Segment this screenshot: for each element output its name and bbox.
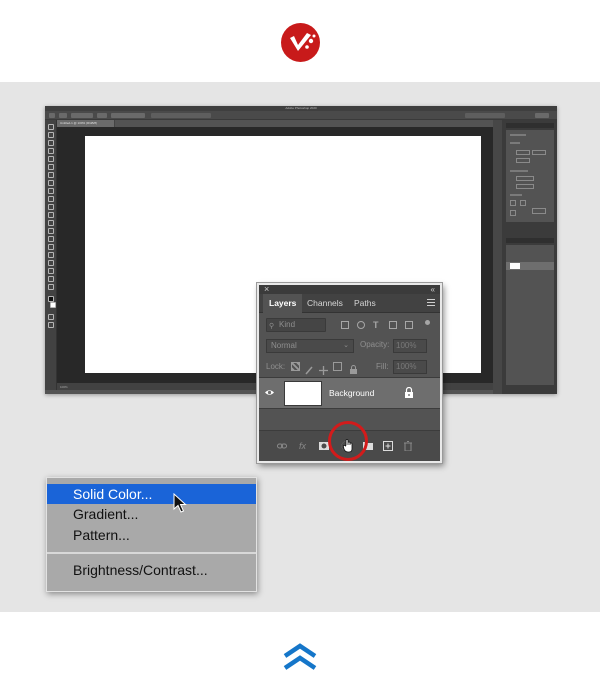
- layers-mini-tabs[interactable]: [506, 238, 554, 243]
- clone-stamp-tool-icon[interactable]: [48, 196, 54, 202]
- healing-brush-tool-icon[interactable]: [48, 180, 54, 186]
- fx-icon[interactable]: fx: [299, 441, 309, 451]
- lock-transparent-icon[interactable]: [291, 362, 300, 371]
- gradient-tool-icon[interactable]: [48, 220, 54, 226]
- filter-kind-label: Kind: [279, 320, 296, 329]
- hand-tool-icon[interactable]: [48, 276, 54, 282]
- collapse-icon[interactable]: «: [431, 285, 435, 294]
- layers-mini-thumb: [510, 263, 520, 269]
- panel-menu-icon[interactable]: [427, 299, 435, 306]
- layer-thumbnail: [284, 381, 322, 406]
- eraser-tool-icon[interactable]: [48, 212, 54, 218]
- layer-name: Background: [329, 388, 375, 398]
- zoom-tool-icon[interactable]: [48, 284, 54, 290]
- eyedropper-tool-icon[interactable]: [48, 172, 54, 178]
- search-icon: ⚲: [269, 323, 275, 330]
- right-panels: [493, 120, 557, 394]
- arrow-cursor-icon: [173, 493, 187, 513]
- path-select-tool-icon[interactable]: [48, 260, 54, 266]
- panel-tabs: Layers Channels Paths: [259, 294, 440, 313]
- smart-object-filter-icon[interactable]: [405, 321, 413, 329]
- adjustment-menu: Solid Color... Gradient... Pattern... Br…: [46, 477, 257, 592]
- home-icon[interactable]: [49, 113, 55, 118]
- frame-tool-icon[interactable]: [48, 164, 54, 170]
- marquee-tool-icon[interactable]: [48, 132, 54, 138]
- transform-controls-option[interactable]: [111, 113, 145, 118]
- layers-panel: × « Layers Channels Paths ⚲ Kind T Norma…: [256, 282, 443, 464]
- ps-options-bar: [45, 111, 557, 120]
- tab-channels[interactable]: Channels: [301, 294, 349, 313]
- tab-layers[interactable]: Layers: [263, 294, 303, 313]
- lock-all-icon[interactable]: [349, 362, 358, 374]
- background-color-icon[interactable]: [50, 302, 56, 308]
- auto-select-option[interactable]: [71, 113, 93, 118]
- hand-cursor-icon: [343, 439, 353, 453]
- document-tab-label: Untitled-1 @ 100% (RGB/8): [60, 121, 98, 125]
- lock-pixels-icon[interactable]: [305, 362, 314, 375]
- chevron-down-icon: ⌄: [343, 342, 349, 349]
- shape-filter-icon[interactable]: [389, 321, 397, 329]
- blend-mode-value: Normal: [271, 341, 297, 350]
- align-icons[interactable]: [151, 113, 211, 118]
- blend-mode-dropdown[interactable]: Normal ⌄: [266, 339, 354, 353]
- layer-row-background[interactable]: Background: [259, 377, 440, 409]
- link-icon[interactable]: [277, 441, 287, 451]
- lock-label: Lock:: [266, 362, 286, 371]
- lasso-tool-icon[interactable]: [48, 140, 54, 146]
- quick-mask-icon[interactable]: [48, 314, 54, 320]
- fill-label: Fill:: [376, 362, 389, 371]
- pen-tool-icon[interactable]: [48, 244, 54, 250]
- blur-tool-icon[interactable]: [48, 228, 54, 234]
- tab-paths[interactable]: Paths: [348, 294, 382, 313]
- crop-tool-icon[interactable]: [48, 156, 54, 162]
- document-tab[interactable]: Untitled-1 @ 100% (RGB/8): [57, 120, 115, 127]
- menu-item-gradient[interactable]: Gradient...: [47, 504, 256, 524]
- type-tool-icon[interactable]: [48, 252, 54, 258]
- fill-input[interactable]: 100%: [393, 360, 427, 374]
- panel-header: × «: [259, 284, 440, 294]
- opacity-input[interactable]: 100%: [393, 339, 427, 353]
- layer-dropdown[interactable]: [97, 113, 107, 118]
- history-brush-tool-icon[interactable]: [48, 204, 54, 210]
- trash-icon[interactable]: [403, 441, 413, 451]
- move-tool-icon[interactable]: [59, 113, 67, 118]
- menu-separator: [47, 552, 256, 554]
- brand-logo-icon[interactable]: [281, 23, 320, 62]
- pixel-filter-icon[interactable]: [341, 321, 349, 329]
- eye-icon[interactable]: [265, 388, 274, 397]
- zoom-level: 100%: [60, 385, 68, 389]
- tutorial-page: Adobe Photoshop 2020 Untitled-1 @ 100% (…: [0, 0, 600, 700]
- menu-item-pattern[interactable]: Pattern...: [47, 525, 256, 545]
- brush-tool-icon[interactable]: [48, 188, 54, 194]
- panel-icon-column: [493, 120, 502, 394]
- dodge-tool-icon[interactable]: [48, 236, 54, 242]
- lock-icon: [405, 387, 413, 398]
- quick-select-tool-icon[interactable]: [48, 148, 54, 154]
- 3d-mode-icons[interactable]: [465, 113, 505, 118]
- menu-item-brightness-contrast[interactable]: Brightness/Contrast...: [47, 560, 256, 580]
- filter-kind-dropdown[interactable]: ⚲ Kind: [266, 318, 326, 332]
- close-icon[interactable]: ×: [264, 284, 269, 294]
- lock-position-icon[interactable]: [319, 362, 328, 375]
- type-filter-icon[interactable]: T: [373, 321, 381, 330]
- lock-artboard-icon[interactable]: [333, 362, 342, 371]
- new-layer-icon[interactable]: [383, 441, 393, 451]
- workspace-icons[interactable]: [535, 113, 549, 118]
- screen-mode-icon[interactable]: [48, 322, 54, 328]
- toolbar: [45, 120, 57, 390]
- double-chevron-up-icon[interactable]: [282, 642, 318, 672]
- rectangle-tool-icon[interactable]: [48, 268, 54, 274]
- opacity-label: Opacity:: [360, 340, 390, 349]
- adjustment-filter-icon[interactable]: [357, 321, 365, 329]
- menu-item-solid-color[interactable]: Solid Color...: [47, 484, 256, 504]
- filter-toggle-icon[interactable]: [425, 320, 430, 325]
- properties-tabs[interactable]: [506, 123, 554, 128]
- move-tool-icon[interactable]: [48, 124, 54, 130]
